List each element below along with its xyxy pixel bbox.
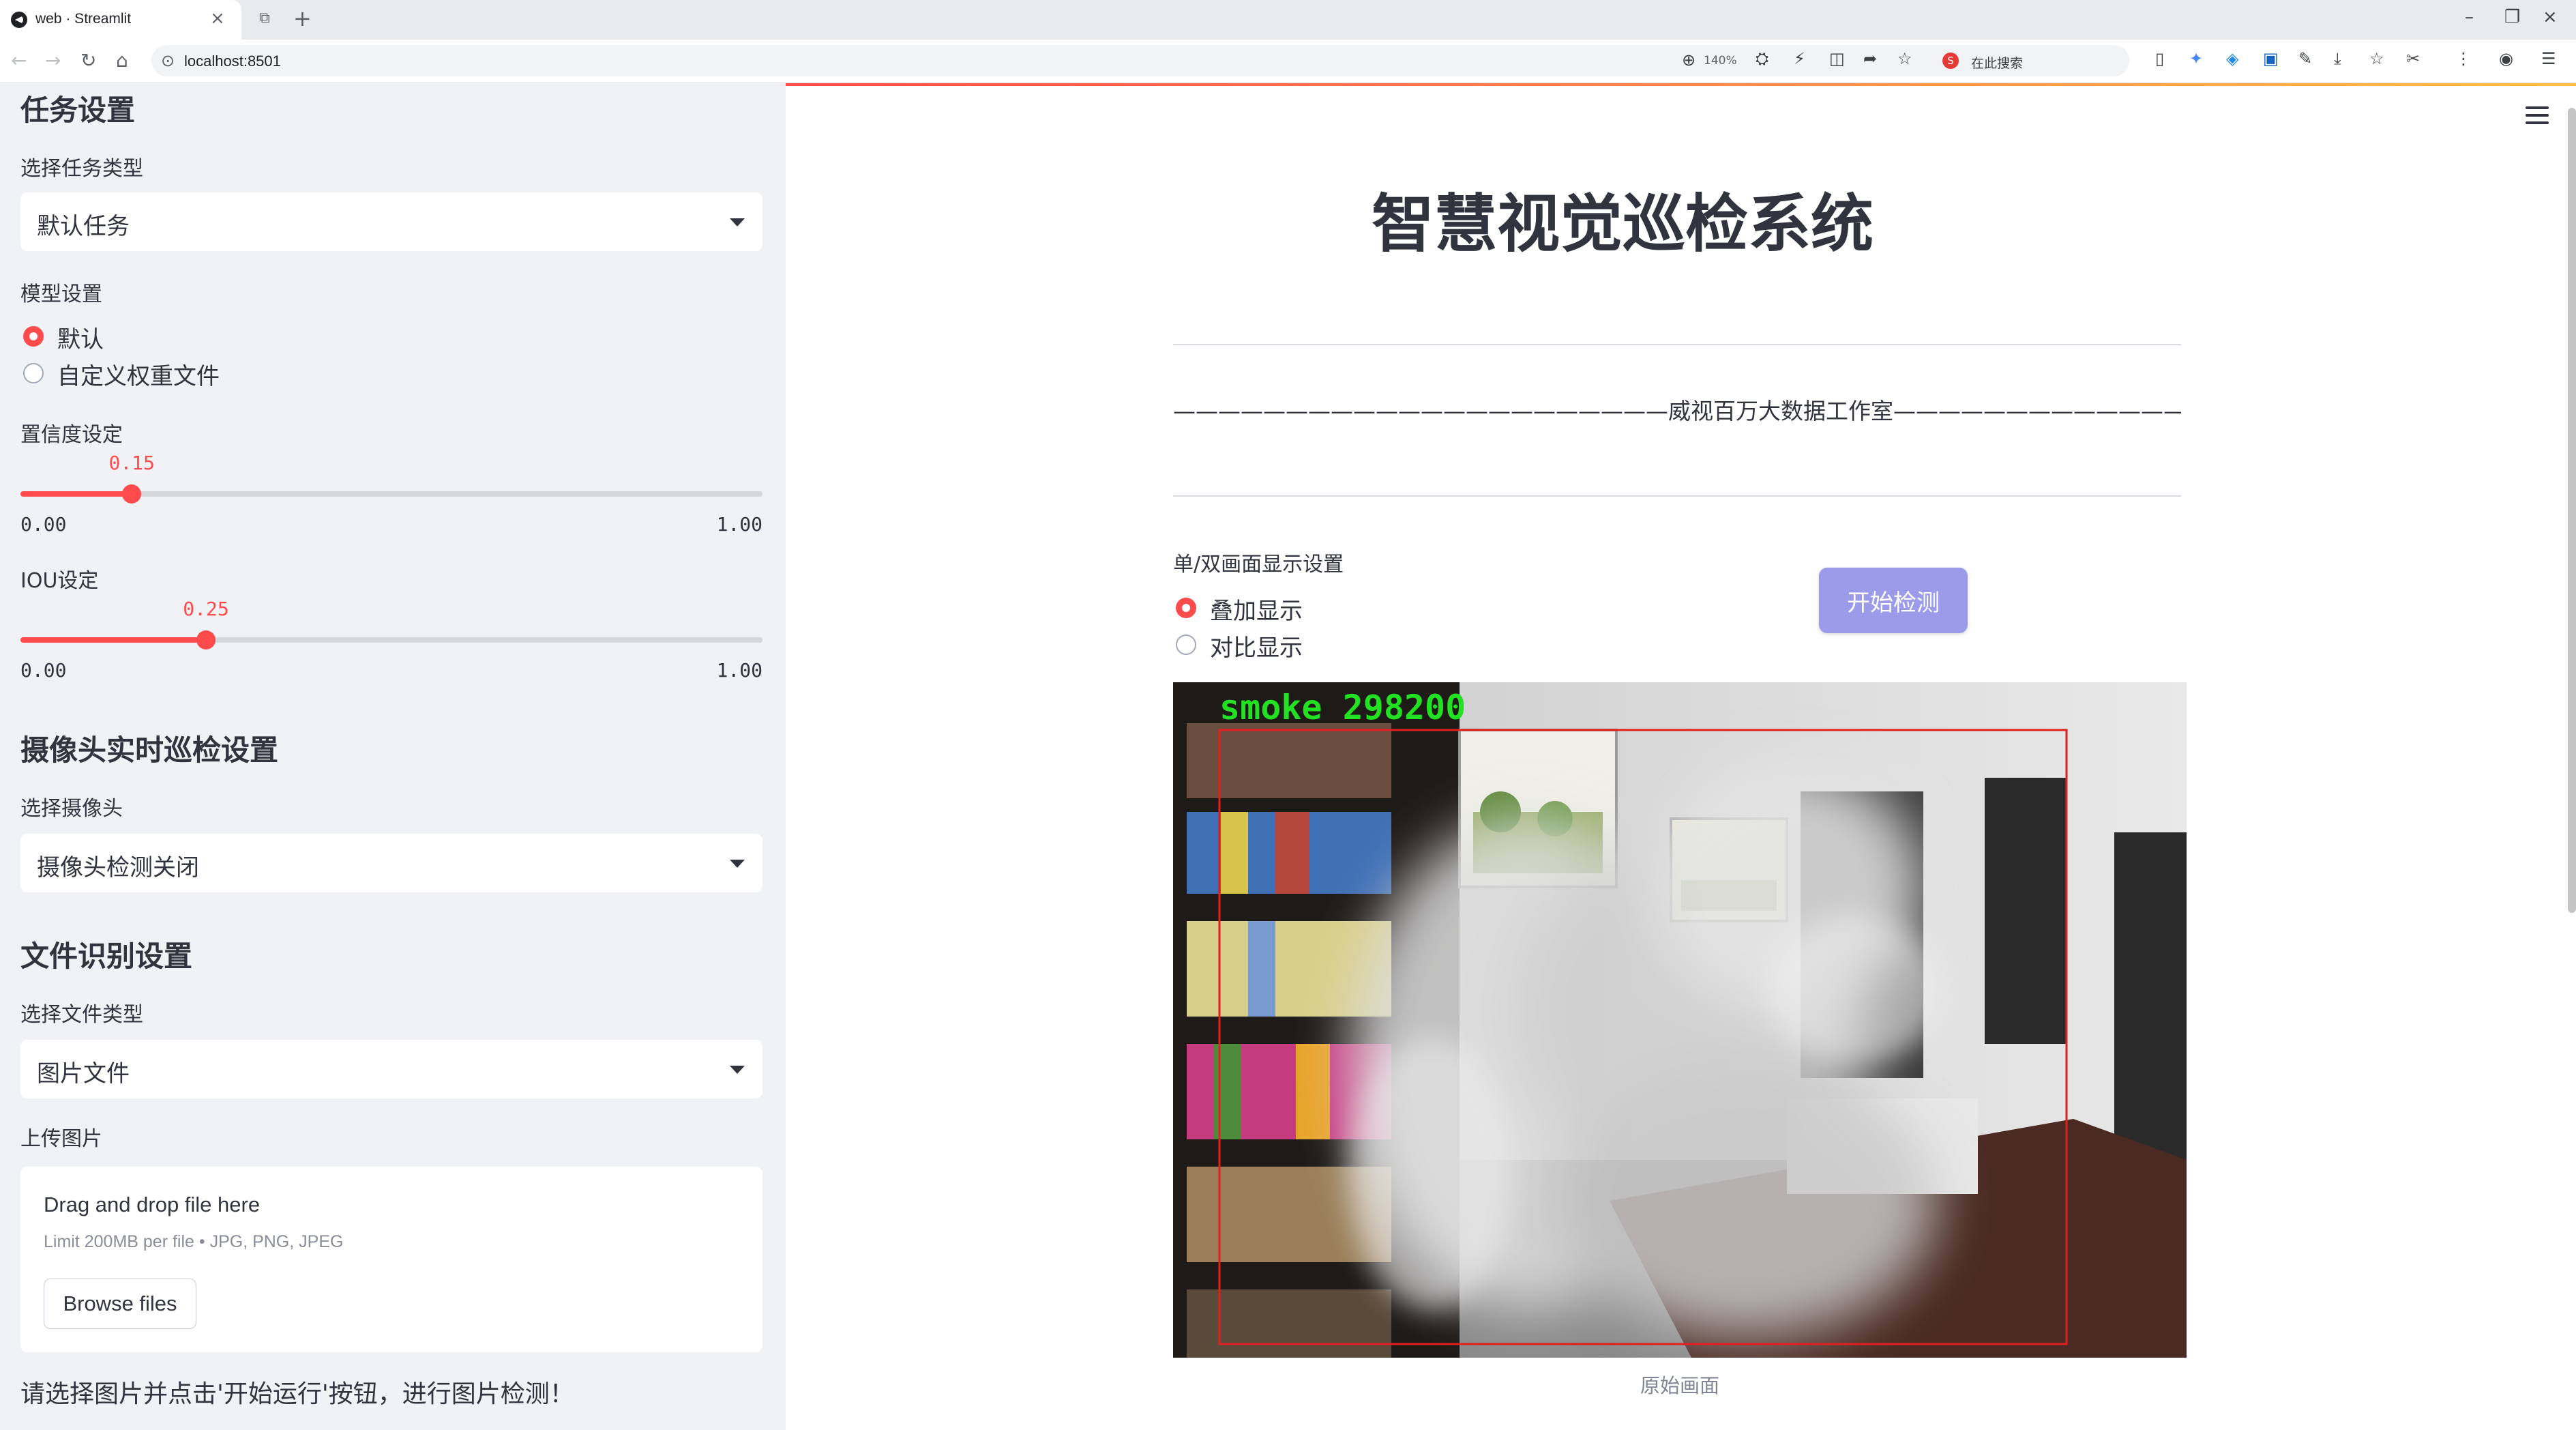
close-tab-icon[interactable]: ×: [210, 8, 225, 29]
radio-selected-icon[interactable]: [23, 326, 44, 347]
bookmark-star-icon[interactable]: ☆: [1897, 49, 1912, 68]
tab-title: web · Streamlit: [35, 11, 132, 27]
browser-tab-bar: web · Streamlit × ⧉ + – ❐ ×: [0, 0, 2576, 40]
hamburger-menu-icon[interactable]: [2526, 106, 2549, 124]
chevron-down-icon: [730, 1066, 745, 1074]
chevron-down-icon: [730, 860, 745, 868]
screenshot-icon[interactable]: ◫: [1829, 49, 1845, 68]
profile-avatar-icon[interactable]: ◉: [2499, 49, 2513, 68]
camera-value: 摄像头检测关闭: [37, 854, 199, 881]
favorites-icon[interactable]: ☆: [2369, 49, 2384, 68]
conf-label: 置信度设定: [20, 423, 123, 447]
conf-value: 0.15: [108, 452, 155, 474]
task-type-select[interactable]: 默认任务: [20, 192, 763, 251]
radio-selected-icon[interactable]: [1176, 598, 1196, 618]
browser-toolbar: ← → ↻ ⌂ ⊙ localhost:8501 ⊕ 140% ⛭ ⚡ ◫ ➦ …: [0, 40, 2576, 83]
start-detection-button[interactable]: 开始检测: [1819, 568, 1968, 633]
chevron-down-icon: [730, 218, 745, 227]
home-icon[interactable]: ⌂: [116, 49, 128, 72]
browse-files-button[interactable]: Browse files: [44, 1279, 196, 1329]
flash-icon[interactable]: ⚡: [1794, 49, 1805, 68]
divider: [1173, 344, 2181, 345]
file-type-value: 图片文件: [37, 1060, 130, 1088]
model-label: 模型设置: [20, 282, 102, 306]
detection-image: smoke 298200: [1173, 682, 2187, 1358]
search-engine-icon: S: [1942, 53, 1959, 69]
search-box[interactable]: S 在此搜索: [1936, 48, 2127, 74]
zoom-level: 140%: [1704, 54, 1737, 68]
share-icon[interactable]: ➦: [1863, 49, 1877, 68]
browser-menu-icon[interactable]: ☰: [2541, 49, 2556, 68]
ai-assistant-icon[interactable]: ✦: [2189, 49, 2203, 68]
file-uploader-dropzone[interactable]: Drag and drop file here Limit 200MB per …: [20, 1167, 763, 1352]
header-decoration: [786, 83, 2576, 86]
radio-unselected-icon[interactable]: [23, 363, 44, 383]
image-caption: 原始画面: [1640, 1374, 1719, 1397]
slider-thumb[interactable]: [196, 630, 216, 650]
app-title: 智慧视觉巡检系统: [1371, 188, 1874, 261]
translate-ext-icon[interactable]: ▣: [2263, 49, 2279, 68]
forward-icon[interactable]: →: [45, 49, 61, 72]
browser-tab[interactable]: web · Streamlit ×: [0, 0, 241, 40]
main-content: 智慧视觉巡检系统 ——————————————————————威视百万大数据工作…: [786, 83, 2576, 1430]
extension-icon[interactable]: ◈: [2226, 49, 2238, 68]
slider-min: 0.00: [20, 513, 67, 536]
slider-min: 0.00: [20, 659, 67, 682]
upload-hint: 请选择图片并点击'开始运行'按钮，进行图片检测！: [20, 1380, 574, 1408]
display-option-label: 叠加显示: [1210, 598, 1303, 625]
camera-heading: 摄像头实时巡检设置: [20, 733, 279, 767]
scrollbar-thumb[interactable]: [2568, 108, 2576, 913]
dropzone-title: Drag and drop file here: [44, 1193, 261, 1216]
conf-slider[interactable]: 0.15 0.00 1.00: [20, 452, 763, 536]
sidebar: 任务设置 选择任务类型 默认任务 模型设置 默认 自定义权重文件 置信度设定 0…: [0, 83, 786, 1430]
streamlit-favicon-icon: [11, 12, 27, 28]
slider-max: 1.00: [716, 659, 763, 682]
search-placeholder: 在此搜索: [1971, 56, 2024, 71]
download-icon[interactable]: ⤓: [2334, 49, 2341, 68]
close-window-icon[interactable]: ×: [2543, 7, 2558, 27]
iou-value: 0.25: [183, 598, 229, 620]
model-option-label: 自定义权重文件: [57, 363, 220, 390]
task-heading: 任务设置: [20, 93, 136, 127]
pen-ext-icon[interactable]: ✎: [2298, 49, 2312, 68]
detection-label: smoke 298200: [1219, 688, 1466, 727]
divider: [1173, 495, 2181, 497]
site-info-icon[interactable]: ⊙: [161, 51, 175, 70]
more-icon[interactable]: ⋮: [2455, 49, 2472, 68]
new-tab-icon[interactable]: +: [293, 5, 312, 31]
zoom-icon[interactable]: ⊕: [1682, 50, 1696, 70]
model-option-label: 默认: [57, 326, 104, 353]
slider-fill: [20, 637, 206, 643]
file-type-label: 选择文件类型: [20, 1003, 143, 1027]
file-type-select[interactable]: 图片文件: [20, 1040, 763, 1098]
task-type-value: 默认任务: [37, 213, 130, 240]
url-text[interactable]: localhost:8501: [184, 53, 281, 70]
minimize-icon[interactable]: –: [2465, 7, 2474, 27]
file-heading: 文件识别设置: [20, 939, 193, 973]
translate-icon[interactable]: ⛭: [1756, 49, 1768, 68]
display-option-label: 对比显示: [1210, 634, 1303, 662]
studio-banner: ——————————————————————威视百万大数据工作室————————…: [1173, 398, 2181, 424]
camera-select[interactable]: 摄像头检测关闭: [20, 834, 763, 892]
office-smoke-scene: smoke 298200: [1173, 682, 2187, 1358]
radio-unselected-icon[interactable]: [1176, 634, 1196, 655]
dropzone-limit: Limit 200MB per file • JPG, PNG, JPEG: [44, 1232, 344, 1251]
restore-icon[interactable]: ❐: [2504, 7, 2520, 27]
slider-fill: [20, 491, 132, 497]
iou-slider[interactable]: 0.25 0.00 1.00: [20, 598, 763, 682]
reload-icon[interactable]: ↻: [80, 49, 96, 72]
task-type-label: 选择任务类型: [20, 157, 143, 181]
tab-search-icon[interactable]: ⧉: [259, 10, 270, 27]
display-mode-label: 单/双画面显示设置: [1173, 553, 1344, 577]
camera-label: 选择摄像头: [20, 797, 123, 821]
iou-label: IOU设定: [20, 569, 99, 593]
slider-max: 1.00: [716, 513, 763, 536]
upload-label: 上传图片: [20, 1127, 102, 1151]
phone-icon[interactable]: ▯: [2155, 49, 2164, 68]
back-icon[interactable]: ←: [11, 49, 27, 72]
scissors-icon[interactable]: ✂: [2406, 49, 2420, 68]
slider-thumb[interactable]: [122, 484, 142, 504]
